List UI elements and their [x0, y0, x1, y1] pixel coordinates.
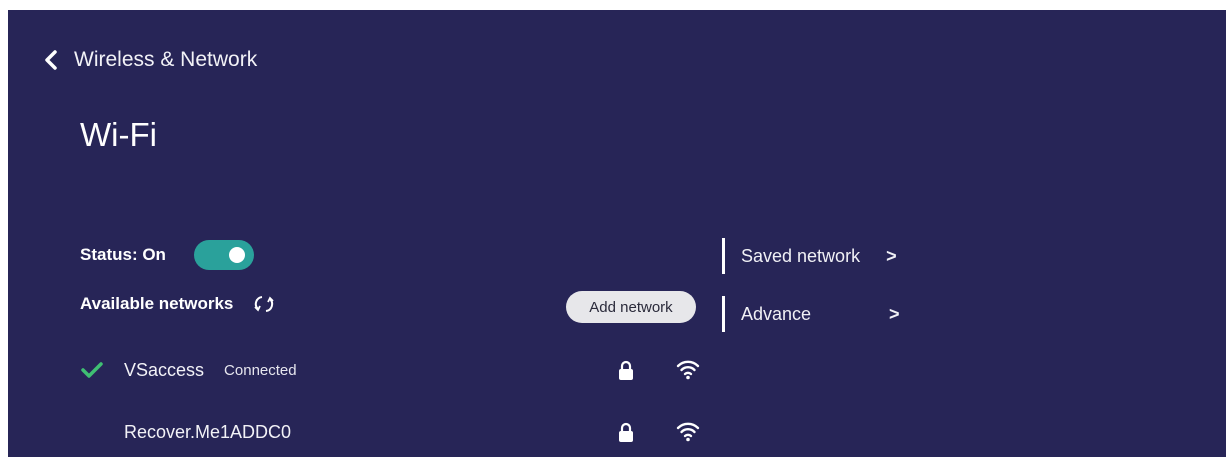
status-label: Status: On: [80, 245, 166, 264]
breadcrumb-label: Wireless & Network: [74, 48, 258, 71]
available-networks-row: Available networks: [80, 294, 275, 314]
network-name: VSaccess: [124, 359, 205, 380]
advance-label: Advance: [741, 303, 812, 324]
wifi-toggle[interactable]: [193, 240, 254, 270]
network-row-vsaccess[interactable]: VSaccess Connected: [80, 352, 720, 388]
network-name: Recover.Me1ADDC0: [124, 421, 292, 442]
refresh-icon[interactable]: [253, 294, 275, 314]
chevron-right-icon: >: [886, 245, 897, 266]
network-status: Connected: [224, 361, 297, 379]
toggle-knob: [228, 247, 245, 263]
available-networks-label: Available networks: [80, 294, 234, 313]
page-title: Wi-Fi: [80, 116, 157, 153]
saved-network-item[interactable]: Saved network >: [722, 238, 897, 274]
back-arrow-icon[interactable]: [44, 50, 58, 70]
lock-icon: [618, 421, 634, 443]
add-network-button[interactable]: Add network: [566, 291, 696, 323]
wifi-icon: [676, 420, 700, 442]
chevron-right-icon: >: [889, 303, 900, 324]
divider: [722, 296, 725, 332]
wifi-settings-screen: Wireless & Network Wi-Fi Status: On Avai…: [8, 10, 1226, 457]
back-button[interactable]: Wireless & Network: [44, 48, 257, 72]
saved-network-label: Saved network: [741, 245, 861, 266]
wifi-status-row: Status: On: [80, 240, 254, 270]
lock-icon: [618, 359, 634, 381]
network-row-recover[interactable]: Recover.Me1ADDC0: [80, 414, 720, 450]
check-icon: [80, 360, 124, 380]
advance-item[interactable]: Advance >: [722, 296, 900, 332]
wifi-icon: [676, 358, 700, 380]
divider: [722, 238, 725, 274]
